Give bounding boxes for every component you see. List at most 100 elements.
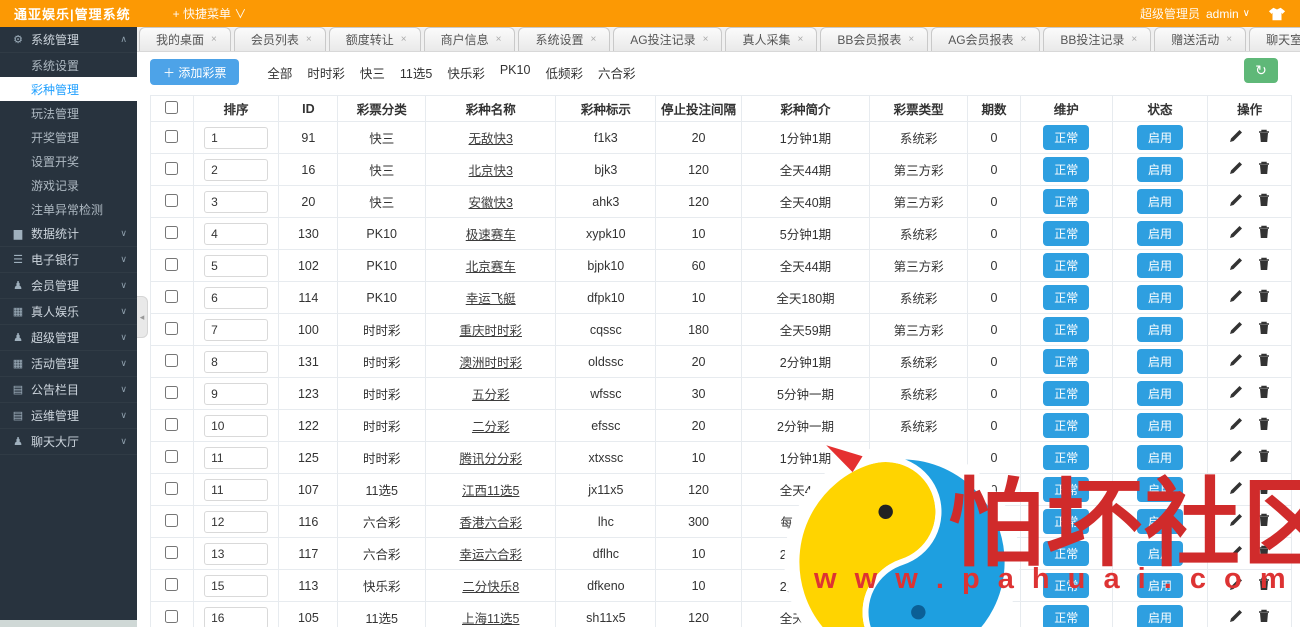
delete-trash-icon[interactable] [1257, 321, 1271, 338]
edit-pencil-icon[interactable] [1229, 449, 1243, 466]
sidebar-item-注单异常检测[interactable]: 注单异常检测 [0, 197, 137, 221]
row-checkbox[interactable] [165, 418, 178, 431]
maintain-toggle-button[interactable]: 正常 [1043, 381, 1089, 406]
row-checkbox[interactable] [165, 482, 178, 495]
add-lottery-button[interactable]: ＋ 添加彩票 [150, 59, 239, 85]
status-toggle-button[interactable]: 启用 [1137, 573, 1183, 598]
maintain-toggle-button[interactable]: 正常 [1043, 413, 1089, 438]
lottery-name-link[interactable]: 二分彩 [472, 420, 510, 434]
sidebar-section-公告栏目[interactable]: ▤公告栏目∨ [0, 377, 137, 403]
sidebar-section-系统管理[interactable]: ⚙系统管理∧ [0, 27, 137, 53]
sort-input[interactable] [204, 511, 268, 533]
edit-pencil-icon[interactable] [1229, 257, 1243, 274]
status-toggle-button[interactable]: 启用 [1137, 157, 1183, 182]
lottery-name-link[interactable]: 极速赛车 [466, 228, 516, 242]
row-checkbox[interactable] [165, 386, 178, 399]
tab-close-icon[interactable]: × [211, 34, 217, 45]
status-toggle-button[interactable]: 启用 [1137, 445, 1183, 470]
sort-input[interactable] [204, 383, 268, 405]
maintain-toggle-button[interactable]: 正常 [1043, 285, 1089, 310]
delete-trash-icon[interactable] [1257, 161, 1271, 178]
tab-close-icon[interactable]: × [306, 34, 312, 45]
status-toggle-button[interactable]: 启用 [1137, 605, 1183, 627]
tab-额度转让[interactable]: 额度转让× [329, 27, 421, 51]
lottery-name-link[interactable]: 重庆时时彩 [459, 324, 522, 338]
sidebar-item-玩法管理[interactable]: 玩法管理 [0, 101, 137, 125]
maintain-toggle-button[interactable]: 正常 [1043, 573, 1089, 598]
tab-BB投注记录[interactable]: BB投注记录× [1043, 27, 1151, 51]
row-checkbox[interactable] [165, 546, 178, 559]
status-toggle-button[interactable]: 启用 [1137, 285, 1183, 310]
edit-pencil-icon[interactable] [1229, 161, 1243, 178]
tab-close-icon[interactable]: × [1131, 34, 1137, 45]
lottery-name-link[interactable]: 香港六合彩 [459, 516, 522, 530]
edit-pencil-icon[interactable] [1229, 417, 1243, 434]
filter-低频彩[interactable]: 低频彩 [545, 63, 583, 82]
row-checkbox[interactable] [165, 226, 178, 239]
maintain-toggle-button[interactable]: 正常 [1043, 477, 1089, 502]
tab-赠送活动[interactable]: 赠送活动× [1154, 27, 1246, 51]
status-toggle-button[interactable]: 启用 [1137, 317, 1183, 342]
sidebar-section-聊天大厅[interactable]: ♟聊天大厅∨ [0, 429, 137, 455]
sidebar-section-真人娱乐[interactable]: ▦真人娱乐∨ [0, 299, 137, 325]
filter-11选5[interactable]: 11选5 [400, 63, 432, 82]
sidebar-section-超级管理[interactable]: ♟超级管理∨ [0, 325, 137, 351]
tab-聊天室/动画管理[interactable]: 聊天室/动画管理× [1249, 27, 1300, 51]
edit-pencil-icon[interactable] [1229, 577, 1243, 594]
sort-input[interactable] [204, 287, 268, 309]
edit-pencil-icon[interactable] [1229, 513, 1243, 530]
status-toggle-button[interactable]: 启用 [1137, 509, 1183, 534]
edit-pencil-icon[interactable] [1229, 321, 1243, 338]
tab-系统设置[interactable]: 系统设置× [518, 27, 610, 51]
sort-input[interactable] [204, 447, 268, 469]
row-checkbox[interactable] [165, 322, 178, 335]
tab-会员列表[interactable]: 会员列表× [234, 27, 326, 51]
delete-trash-icon[interactable] [1257, 257, 1271, 274]
maintain-toggle-button[interactable]: 正常 [1043, 605, 1089, 627]
status-toggle-button[interactable]: 启用 [1137, 125, 1183, 150]
sidebar-item-开奖管理[interactable]: 开奖管理 [0, 125, 137, 149]
tab-close-icon[interactable]: × [496, 34, 502, 45]
sidebar-section-会员管理[interactable]: ♟会员管理∨ [0, 273, 137, 299]
sort-input[interactable] [204, 543, 268, 565]
row-checkbox[interactable] [165, 290, 178, 303]
lottery-name-link[interactable]: 江西11选5 [462, 484, 519, 498]
filter-全部[interactable]: 全部 [267, 63, 292, 82]
row-checkbox[interactable] [165, 162, 178, 175]
select-all-checkbox[interactable] [165, 101, 178, 114]
tab-close-icon[interactable]: × [401, 34, 407, 45]
lottery-name-link[interactable]: 无敌快3 [469, 132, 513, 146]
quick-menu-button[interactable]: + 快捷菜单 ∨ [173, 5, 247, 22]
maintain-toggle-button[interactable]: 正常 [1043, 125, 1089, 150]
edit-pencil-icon[interactable] [1229, 609, 1243, 626]
delete-trash-icon[interactable] [1257, 289, 1271, 306]
maintain-toggle-button[interactable]: 正常 [1043, 509, 1089, 534]
maintain-toggle-button[interactable]: 正常 [1043, 317, 1089, 342]
maintain-toggle-button[interactable]: 正常 [1043, 349, 1089, 374]
filter-六合彩[interactable]: 六合彩 [598, 63, 636, 82]
tab-close-icon[interactable]: × [1021, 34, 1027, 45]
tab-close-icon[interactable]: × [590, 34, 596, 45]
sort-input[interactable] [204, 159, 268, 181]
tab-close-icon[interactable]: × [703, 34, 709, 45]
sort-input[interactable] [204, 255, 268, 277]
edit-pencil-icon[interactable] [1229, 385, 1243, 402]
status-toggle-button[interactable]: 启用 [1137, 221, 1183, 246]
lottery-name-link[interactable]: 幸运六合彩 [459, 548, 522, 562]
delete-trash-icon[interactable] [1257, 385, 1271, 402]
edit-pencil-icon[interactable] [1229, 545, 1243, 562]
delete-trash-icon[interactable] [1257, 513, 1271, 530]
refresh-button[interactable]: ↻ [1244, 58, 1278, 83]
lottery-name-link[interactable]: 澳洲时时彩 [459, 356, 522, 370]
sort-input[interactable] [204, 607, 268, 627]
delete-trash-icon[interactable] [1257, 353, 1271, 370]
edit-pencil-icon[interactable] [1229, 225, 1243, 242]
maintain-toggle-button[interactable]: 正常 [1043, 541, 1089, 566]
delete-trash-icon[interactable] [1257, 449, 1271, 466]
tab-真人采集[interactable]: 真人采集× [725, 27, 817, 51]
sidebar-item-系统设置[interactable]: 系统设置 [0, 53, 137, 77]
lottery-name-link[interactable]: 北京快3 [469, 164, 513, 178]
filter-快三[interactable]: 快三 [360, 63, 385, 82]
lottery-name-link[interactable]: 腾讯分分彩 [459, 452, 522, 466]
tab-我的桌面[interactable]: 我的桌面× [139, 27, 231, 51]
